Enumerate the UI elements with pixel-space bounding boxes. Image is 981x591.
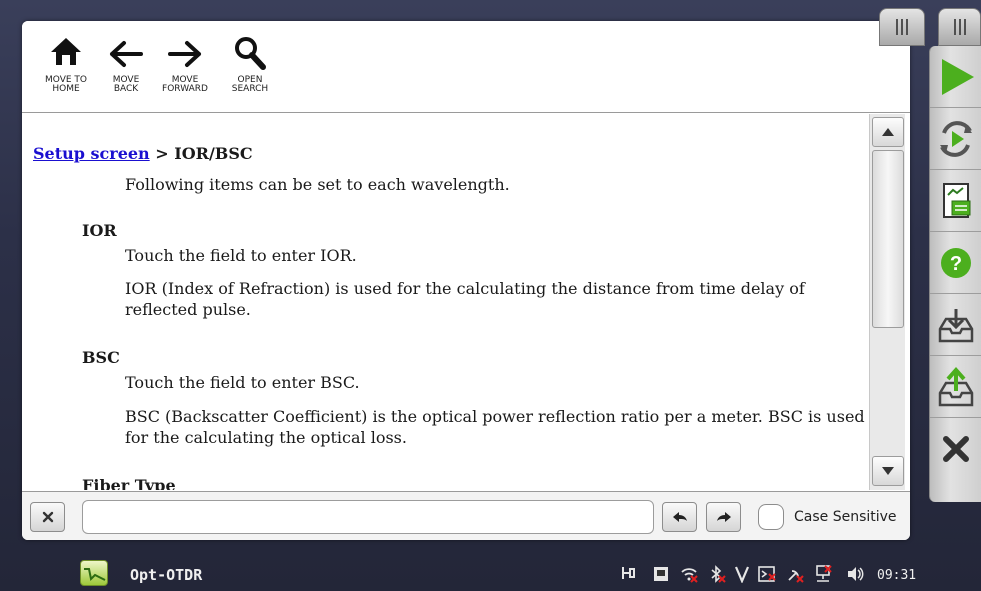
bluetooth-off-icon (711, 565, 726, 583)
triangle-up-icon (882, 128, 894, 136)
replay-icon (940, 120, 972, 157)
repeat-button[interactable] (930, 108, 981, 170)
breadcrumb: Setup screen > IOR/BSC (33, 144, 253, 163)
power-plug-icon (622, 567, 635, 579)
scroll-up-button[interactable] (872, 117, 904, 147)
arrow-back-curved-icon (672, 512, 687, 522)
bsc-text-2: BSC (Backscatter Coefficient) is the opt… (125, 407, 865, 426)
help-icon: ? (941, 247, 971, 278)
terminal-off-icon (758, 566, 776, 582)
find-input[interactable] (82, 500, 654, 534)
move-back-button[interactable]: MOVE BACK (96, 35, 156, 107)
open-search-label: OPEN SEARCH (231, 75, 269, 94)
case-sensitive-label: Case Sensitive (794, 509, 897, 525)
grip-icon (953, 19, 966, 35)
start-button[interactable] (930, 46, 981, 108)
close-icon (943, 436, 969, 462)
taskbar: Opt-OTDR 09:31 (0, 556, 981, 591)
heading-ior: IOR (82, 221, 117, 240)
close-icon (42, 511, 53, 523)
help-toolbar: MOVE TO HOME MOVE BACK MOVE FORWARD OPEN… (22, 21, 910, 113)
move-to-home-button[interactable]: MOVE TO HOME (36, 35, 96, 107)
ior-text-2: IOR (Index of Refraction) is used for th… (125, 279, 805, 298)
arrow-forward-curved-icon (716, 512, 731, 522)
load-button[interactable] (930, 294, 981, 356)
storage-icon (654, 567, 668, 581)
heading-fiber-type: Fiber Type (82, 476, 176, 490)
move-to-home-label: MOVE TO HOME (45, 75, 87, 94)
wifi-off-icon (681, 568, 698, 583)
report-icon (943, 182, 971, 218)
save-icon (938, 366, 974, 406)
ior-text-1: Touch the field to enter IOR. (125, 246, 357, 265)
scrollbar-thumb[interactable] (872, 150, 904, 328)
triangle-down-icon (882, 467, 894, 475)
clock: 09:31 (877, 568, 917, 583)
network-off-icon (816, 565, 832, 582)
arrow-left-icon (110, 41, 143, 67)
bsc-text-1: Touch the field to enter BSC. (125, 373, 360, 392)
scroll-down-button[interactable] (872, 456, 904, 486)
side-panel: ? (929, 46, 981, 502)
close-find-button[interactable] (30, 502, 65, 532)
content-scrollbar[interactable] (869, 114, 905, 490)
find-next-button[interactable] (706, 502, 741, 532)
app-name[interactable]: Opt-OTDR (130, 566, 202, 584)
svg-text:?: ? (950, 253, 962, 275)
open-search-button[interactable]: OPEN SEARCH (220, 35, 280, 107)
v-status-icon (734, 566, 750, 583)
help-content: Setup screen > IOR/BSC Following items c… (22, 114, 868, 490)
intro-text: Following items can be set to each wavel… (125, 175, 510, 194)
bsc-text-3: for the calculating the optical loss. (125, 428, 407, 447)
satellite-off-icon (788, 570, 804, 583)
help-button[interactable]: ? (930, 232, 981, 294)
find-previous-button[interactable] (662, 502, 697, 532)
find-bar: Case Sensitive (22, 491, 910, 540)
panel-tab-1[interactable] (879, 8, 925, 46)
otdr-app-icon[interactable] (80, 560, 108, 586)
breadcrumb-current: > IOR/BSC (149, 144, 253, 163)
save-button[interactable] (930, 356, 981, 418)
grip-icon (896, 19, 908, 35)
breadcrumb-link-setup-screen[interactable]: Setup screen (33, 144, 150, 163)
trace-icon (84, 568, 106, 582)
case-sensitive-checkbox[interactable] (758, 504, 784, 530)
heading-bsc: BSC (82, 348, 120, 367)
search-icon (235, 37, 266, 70)
ior-text-3: reflected pulse. (125, 300, 251, 319)
speaker-icon (848, 567, 864, 581)
home-icon (51, 38, 81, 65)
arrow-right-icon (168, 41, 201, 67)
move-back-label: MOVE BACK (112, 75, 140, 94)
exit-button[interactable] (930, 418, 981, 480)
panel-tab-2[interactable] (938, 8, 981, 46)
report-button[interactable] (930, 170, 981, 232)
load-icon (938, 308, 974, 342)
move-forward-label: MOVE FORWARD (162, 75, 208, 94)
play-icon (942, 58, 974, 95)
help-window: MOVE TO HOME MOVE BACK MOVE FORWARD OPEN… (22, 21, 910, 540)
move-forward-button[interactable]: MOVE FORWARD (155, 35, 215, 107)
